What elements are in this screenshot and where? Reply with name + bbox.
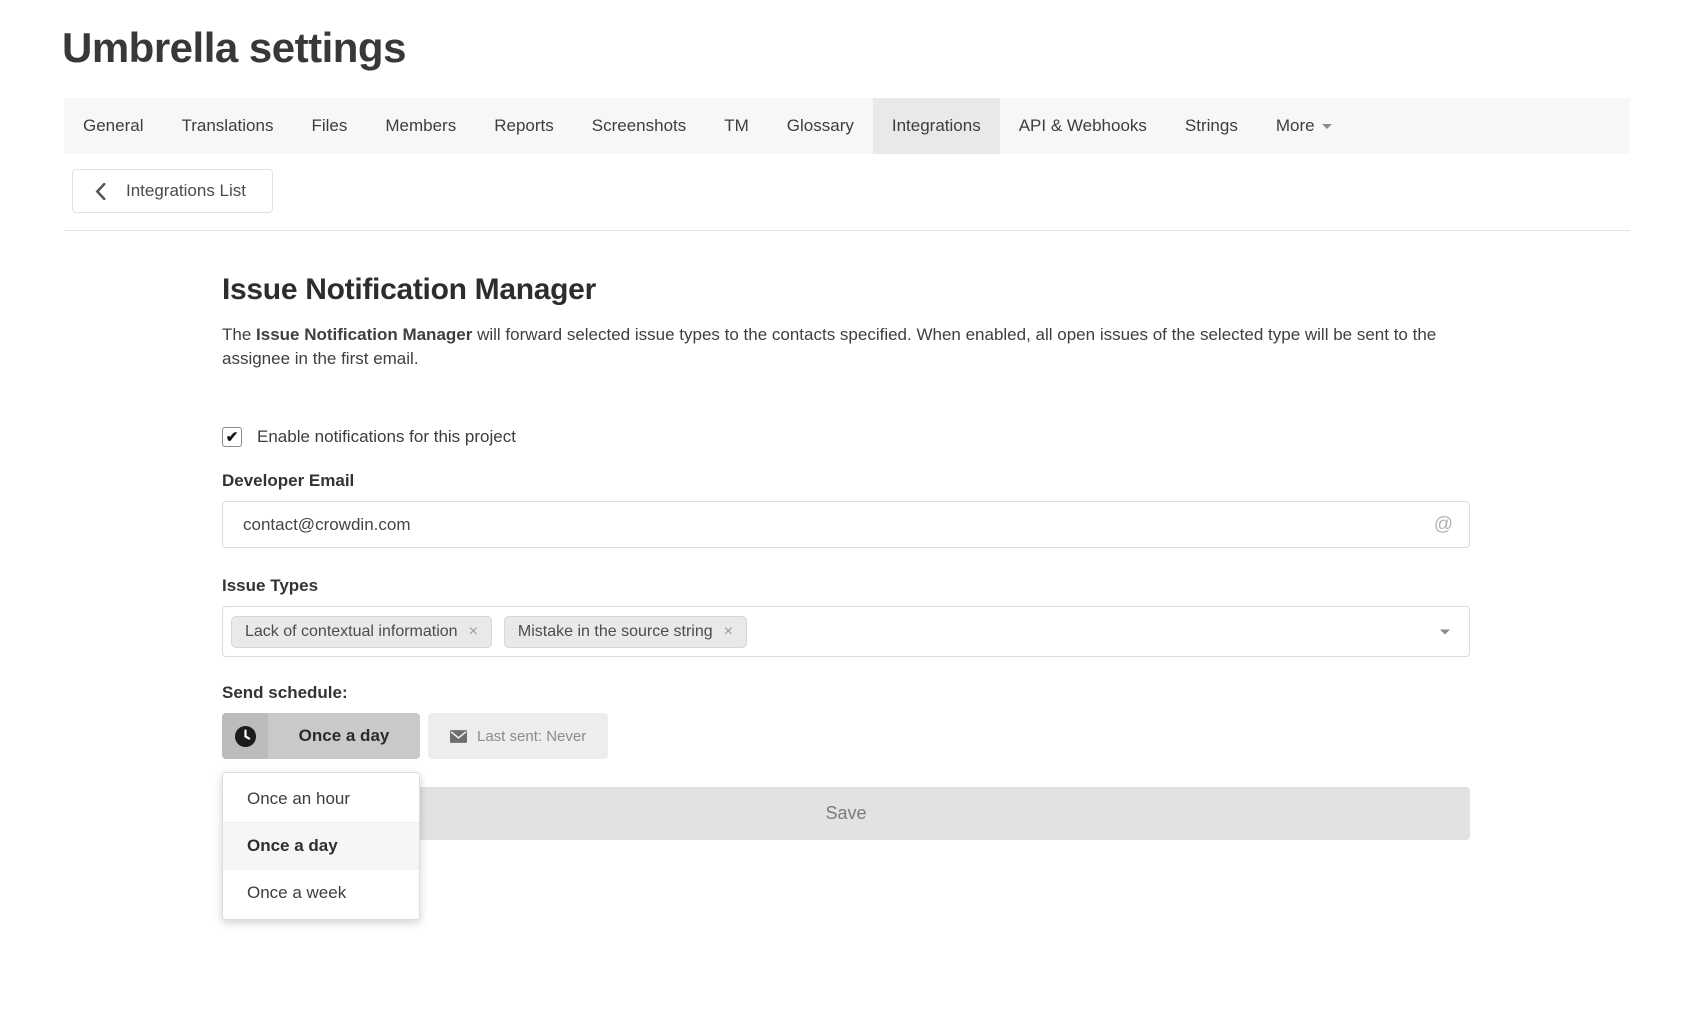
issue-types-select[interactable]: Lack of contextual information × Mistake… <box>222 606 1470 657</box>
enable-notifications-label: Enable notifications for this project <box>257 427 516 447</box>
checkbox-checked-icon[interactable]: ✔ <box>222 427 242 447</box>
tab-more-label: More <box>1276 98 1315 154</box>
page-title: Umbrella settings <box>62 24 1694 72</box>
chevron-left-icon <box>95 183 106 200</box>
tab-api-webhooks[interactable]: API & Webhooks <box>1000 98 1166 154</box>
tab-general[interactable]: General <box>64 98 162 154</box>
clock-icon <box>222 713 268 759</box>
chevron-down-icon <box>1322 124 1332 129</box>
issue-type-tag-label: Lack of contextual information <box>245 623 458 641</box>
tab-more[interactable]: More <box>1257 98 1351 154</box>
tab-screenshots[interactable]: Screenshots <box>573 98 706 154</box>
enable-notifications-row[interactable]: ✔ Enable notifications for this project <box>222 427 516 447</box>
tab-glossary[interactable]: Glossary <box>768 98 873 154</box>
schedule-option-once-a-day[interactable]: Once a day <box>223 822 419 869</box>
send-schedule-label: Send schedule: <box>222 683 1470 703</box>
last-sent-label: Last sent: Never <box>477 728 586 745</box>
tab-strings[interactable]: Strings <box>1166 98 1257 154</box>
tab-members[interactable]: Members <box>366 98 475 154</box>
back-row: Integrations List <box>64 154 1630 231</box>
section-description: The Issue Notification Manager will forw… <box>222 323 1470 371</box>
schedule-selected-label: Once a day <box>268 713 420 759</box>
integration-settings-panel: Issue Notification Manager The Issue Not… <box>222 273 1470 840</box>
tab-tm[interactable]: TM <box>705 98 768 154</box>
issue-types-label: Issue Types <box>222 576 1470 596</box>
developer-email-input[interactable] <box>222 501 1470 548</box>
issue-type-tag: Lack of contextual information × <box>231 616 492 648</box>
tab-integrations[interactable]: Integrations <box>873 98 1000 154</box>
schedule-option-once-an-hour[interactable]: Once an hour <box>223 776 419 822</box>
developer-email-field: Developer Email @ <box>222 471 1470 548</box>
send-schedule-field: Send schedule: Once a day Last sent: Nev… <box>222 683 1470 840</box>
settings-tab-bar: General Translations Files Members Repor… <box>64 98 1630 154</box>
issue-type-tag: Mistake in the source string × <box>504 616 747 648</box>
schedule-option-once-a-week[interactable]: Once a week <box>223 869 419 916</box>
back-button-label: Integrations List <box>126 181 246 201</box>
remove-tag-icon[interactable]: × <box>724 624 733 640</box>
issue-types-field: Issue Types Lack of contextual informati… <box>222 576 1470 657</box>
tab-reports[interactable]: Reports <box>475 98 573 154</box>
issue-type-tag-label: Mistake in the source string <box>518 623 713 641</box>
schedule-dropdown-button[interactable]: Once a day <box>222 713 420 759</box>
developer-email-label: Developer Email <box>222 471 1470 491</box>
integrations-list-back-button[interactable]: Integrations List <box>72 169 273 213</box>
chevron-down-icon[interactable] <box>1440 629 1450 634</box>
at-sign-icon: @ <box>1434 514 1453 536</box>
schedule-dropdown-menu: Once an hour Once a day Once a week <box>222 772 420 920</box>
section-heading: Issue Notification Manager <box>222 273 1470 307</box>
tab-files[interactable]: Files <box>292 98 366 154</box>
remove-tag-icon[interactable]: × <box>469 624 478 640</box>
last-sent-button[interactable]: Last sent: Never <box>428 713 608 759</box>
tab-translations[interactable]: Translations <box>162 98 292 154</box>
envelope-icon <box>450 730 467 743</box>
